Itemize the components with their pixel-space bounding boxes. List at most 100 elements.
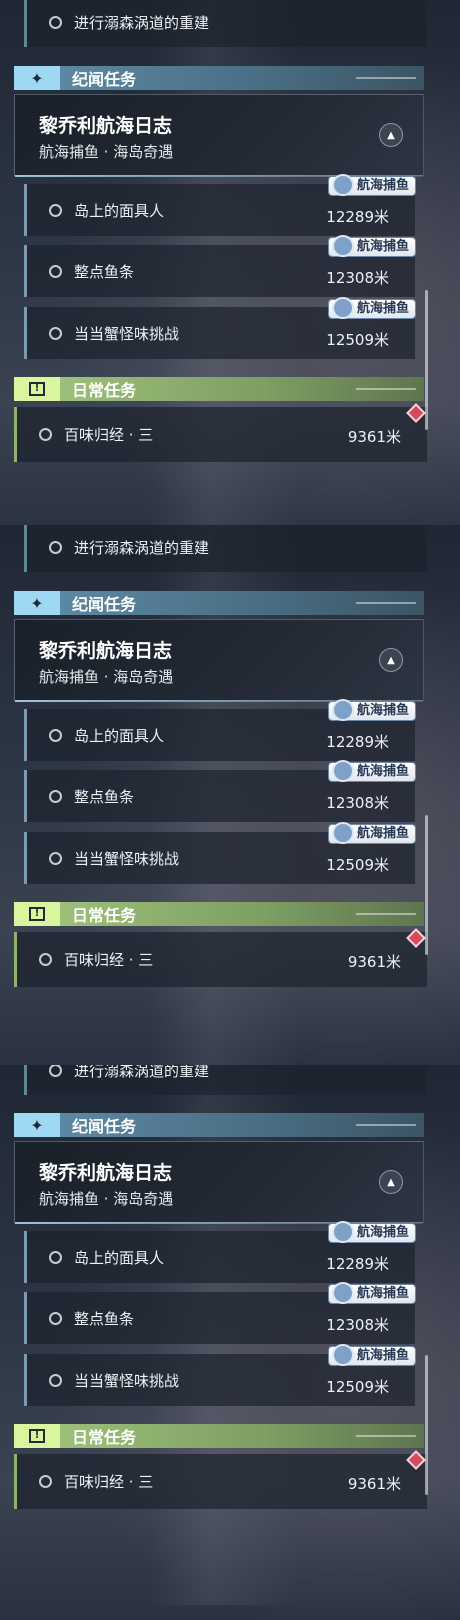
fishing-icon [331,760,354,782]
quest-label: 百味归经 · 三 [64,426,154,444]
story-section-header: ✦ 纪闻任务 [14,591,424,615]
radio-icon[interactable] [49,1373,62,1387]
quest-label: 进行溺森涡道的重建 [74,538,210,557]
header-decoration [356,913,416,915]
quest-row-item[interactable]: 整点鱼条 12308米 航海捕鱼 [24,1282,415,1344]
card-subtitle: 航海捕鱼 · 海岛奇遇 [39,1190,174,1208]
fishing-icon [331,1221,354,1243]
quest-card[interactable]: 黎乔利航海日志 航海捕鱼 · 海岛奇遇 ▲ [14,94,424,177]
quest-distance: 12308米 [326,1316,389,1334]
fishing-icon [331,822,354,844]
quest-label: 整点鱼条 [74,787,135,806]
quest-distance: 12509米 [326,1378,389,1396]
section-title: 日常任务 [72,906,137,925]
quest-row-daily[interactable]: 百味归经 · 三 9361米 [14,1450,427,1509]
quest-row-item[interactable]: 当当蟹怪味挑战 12509米 航海捕鱼 [24,297,415,359]
section-title: 纪闻任务 [72,1117,137,1136]
tag-label: 航海捕鱼 [356,1225,409,1240]
radio-icon[interactable] [49,540,62,554]
quest-row-top[interactable]: 进行溺森涡道的重建 [24,0,427,47]
quest-row-item[interactable]: 岛上的面具人 12289米 航海捕鱼 [24,1221,415,1283]
tag-label: 航海捕鱼 [356,301,409,316]
radio-icon[interactable] [39,1475,52,1488]
fishing-icon [331,297,354,319]
quest-label: 百味归经 · 三 [64,951,154,969]
fishing-icon [331,1282,354,1304]
daily-section-header: ! 日常任务 [14,377,424,401]
quest-label: 进行溺森涡道的重建 [74,1065,210,1080]
quest-tag: 航海捕鱼 [328,297,415,319]
quest-row-item[interactable]: 岛上的面具人 12289米 航海捕鱼 [24,699,415,761]
quest-label: 当当蟹怪味挑战 [74,849,180,868]
quest-card[interactable]: 黎乔利航海日志 航海捕鱼 · 海岛奇遇 ▲ [14,619,424,702]
quest-row-item[interactable]: 岛上的面具人 12289米 航海捕鱼 [24,174,415,236]
quest-row-top[interactable]: 进行溺森涡道的重建 [24,1065,427,1095]
radio-icon[interactable] [49,728,62,742]
quest-tag: 航海捕鱼 [328,1344,415,1366]
quest-label: 进行溺森涡道的重建 [74,13,210,32]
tag-label: 航海捕鱼 [356,1286,409,1301]
quest-panel-1: 进行溺森涡道的重建 ✦ 纪闻任务 黎乔利航海日志 航海捕鱼 · 海岛奇遇 ▲ 岛… [0,0,460,540]
header-decoration [356,77,416,79]
quest-row-daily[interactable]: 百味归经 · 三 9361米 [14,403,427,462]
quest-label: 百味归经 · 三 [64,1473,154,1491]
section-title: 日常任务 [72,381,137,400]
quest-tag: 航海捕鱼 [328,822,415,844]
tag-label: 航海捕鱼 [356,826,409,841]
radio-icon[interactable] [49,326,62,340]
tag-label: 航海捕鱼 [356,703,409,718]
quest-label: 岛上的面具人 [74,726,165,745]
alert-icon [406,928,426,948]
card-title: 黎乔利航海日志 [39,640,173,662]
radio-icon[interactable] [49,203,62,217]
tag-label: 航海捕鱼 [356,1348,409,1363]
quest-row-daily[interactable]: 百味归经 · 三 9361米 [14,928,427,987]
radio-icon[interactable] [49,1065,62,1077]
fishing-icon [331,1344,354,1366]
card-subtitle: 航海捕鱼 · 海岛奇遇 [39,143,174,161]
quest-row-item[interactable]: 当当蟹怪味挑战 12509米 航海捕鱼 [24,1344,415,1406]
radio-icon[interactable] [39,953,52,966]
card-subtitle: 航海捕鱼 · 海岛奇遇 [39,668,174,686]
card-title: 黎乔利航海日志 [39,115,173,137]
radio-icon[interactable] [49,1250,62,1264]
card-title: 黎乔利航海日志 [39,1162,173,1184]
quest-tag: 航海捕鱼 [328,235,415,257]
exclamation-box-icon: ! [14,1424,60,1448]
quest-distance: 12509米 [326,856,389,874]
tag-label: 航海捕鱼 [356,178,409,193]
story-section-header: ✦ 纪闻任务 [14,1113,424,1137]
radio-icon[interactable] [39,428,52,441]
quest-tag: 航海捕鱼 [328,699,415,721]
quest-tag: 航海捕鱼 [328,174,415,196]
quest-tag: 航海捕鱼 [328,1282,415,1304]
chevron-up-icon[interactable]: ▲ [379,123,403,147]
quest-panel-3: 进行溺森涡道的重建 ✦ 纪闻任务 黎乔利航海日志 航海捕鱼 · 海岛奇遇 ▲ 岛… [0,1065,460,1620]
radio-icon[interactable] [49,15,62,29]
radio-icon[interactable] [49,851,62,865]
section-title: 纪闻任务 [72,70,137,89]
exclamation-box-icon: ! [14,377,60,401]
chevron-up-icon[interactable]: ▲ [379,1170,403,1194]
sparkle-icon: ✦ [14,1113,60,1137]
quest-label: 岛上的面具人 [74,201,165,220]
fishing-icon [331,174,354,196]
exclamation-box-icon: ! [14,902,60,926]
radio-icon[interactable] [49,789,62,803]
story-section-header: ✦ 纪闻任务 [14,66,424,90]
quest-row-item[interactable]: 整点鱼条 12308米 航海捕鱼 [24,235,415,297]
quest-row-top[interactable]: 进行溺森涡道的重建 [24,525,427,572]
chevron-up-icon[interactable]: ▲ [379,648,403,672]
quest-label: 整点鱼条 [74,1309,135,1328]
quest-distance: 9361米 [347,1475,401,1493]
quest-row-item[interactable]: 当当蟹怪味挑战 12509米 航海捕鱼 [24,822,415,884]
quest-label: 整点鱼条 [74,262,135,281]
header-decoration [356,602,416,604]
header-decoration [356,1124,416,1126]
radio-icon[interactable] [49,264,62,278]
quest-card[interactable]: 黎乔利航海日志 航海捕鱼 · 海岛奇遇 ▲ [14,1141,424,1224]
quest-distance: 12289米 [326,208,389,226]
alert-icon [406,1450,426,1470]
radio-icon[interactable] [49,1311,62,1325]
quest-row-item[interactable]: 整点鱼条 12308米 航海捕鱼 [24,760,415,822]
